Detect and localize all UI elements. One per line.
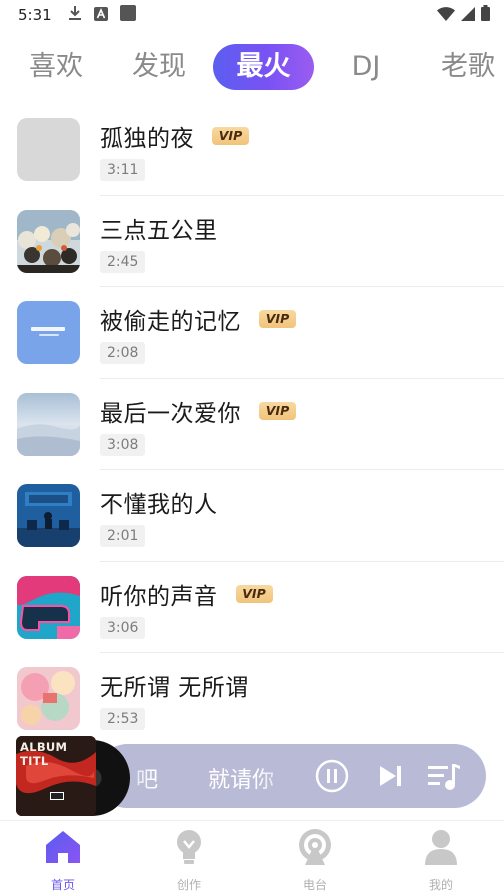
song-item[interactable]: 听你的声音 VIP 3:06 bbox=[0, 562, 504, 653]
next-button[interactable] bbox=[372, 758, 408, 794]
song-title: 最后一次爱你 bbox=[100, 400, 241, 427]
song-item[interactable]: 孤独的夜 VIP 3:11 bbox=[0, 104, 504, 196]
square-icon bbox=[119, 5, 136, 25]
song-list: 孤独的夜 VIP 3:11 三点五公里 2:45 被偷走的记忆 VIP 2:08… bbox=[0, 104, 504, 745]
song-title: 三点五公里 bbox=[100, 217, 218, 244]
song-item[interactable]: 不懂我的人 2:01 bbox=[0, 470, 504, 562]
tab-discover[interactable]: 发现 bbox=[119, 44, 199, 90]
song-item[interactable]: 被偷走的记忆 VIP 2:08 bbox=[0, 287, 504, 379]
nav-label: 我的 bbox=[428, 878, 453, 892]
tab-dj[interactable]: DJ bbox=[334, 44, 398, 90]
vip-badge: VIP bbox=[259, 310, 296, 328]
tab-like[interactable]: 喜欢 bbox=[16, 44, 96, 90]
skip-next-icon bbox=[380, 766, 401, 786]
pause-button[interactable] bbox=[314, 758, 350, 794]
lightbulb-icon bbox=[169, 827, 209, 867]
download-icon bbox=[68, 5, 82, 25]
playlist-button[interactable] bbox=[426, 758, 462, 794]
song-cover bbox=[17, 575, 80, 639]
song-duration: 3:06 bbox=[100, 616, 146, 639]
tab-oldies[interactable]: 老歌 bbox=[428, 44, 504, 90]
bottom-nav: 首页 创作 电台 我的 bbox=[0, 820, 504, 896]
player-bar[interactable]: 吧 就请你 bbox=[96, 744, 486, 808]
nav-create[interactable]: 创作 bbox=[126, 821, 252, 896]
category-tabs: 喜欢 发现 最火 DJ 老歌 bbox=[0, 44, 504, 94]
song-cover bbox=[17, 484, 80, 547]
song-title: 无所谓 无所谓 bbox=[100, 675, 249, 701]
song-cover bbox=[17, 392, 80, 456]
song-cover bbox=[17, 209, 80, 273]
nav-profile[interactable]: 我的 bbox=[378, 821, 504, 896]
song-duration: 2:45 bbox=[100, 250, 146, 273]
pause-icon bbox=[315, 759, 349, 793]
song-item[interactable]: 三点五公里 2:45 bbox=[0, 196, 504, 287]
profile-icon bbox=[421, 827, 461, 867]
song-cover bbox=[17, 118, 80, 181]
nav-home[interactable]: 首页 bbox=[0, 821, 126, 896]
tab-hottest[interactable]: 最火 bbox=[213, 44, 314, 90]
song-duration: 2:08 bbox=[100, 342, 146, 364]
font-a-icon bbox=[93, 6, 108, 25]
song-title: 听你的声音 bbox=[100, 583, 218, 610]
song-title: 被偷走的记忆 bbox=[100, 309, 241, 335]
vip-badge: VIP bbox=[235, 584, 273, 603]
song-duration: 2:53 bbox=[100, 708, 146, 730]
song-item[interactable]: 最后一次爱你 VIP 3:08 bbox=[0, 379, 504, 470]
nav-label: 创作 bbox=[176, 878, 201, 892]
song-duration: 3:11 bbox=[100, 159, 146, 181]
home-icon bbox=[43, 827, 83, 867]
nav-label: 首页 bbox=[50, 878, 75, 892]
song-cover bbox=[17, 667, 80, 730]
song-title: 不懂我的人 bbox=[100, 492, 218, 518]
album-title: ALBUM TITL bbox=[20, 740, 68, 768]
vip-badge: VIP bbox=[212, 127, 249, 145]
song-title: 孤独的夜 bbox=[100, 126, 194, 152]
signal-icon bbox=[461, 6, 475, 25]
nav-radio[interactable]: 电台 bbox=[252, 821, 378, 896]
vip-badge: VIP bbox=[259, 401, 296, 420]
lyric-fade-right bbox=[256, 744, 306, 808]
radio-icon bbox=[295, 827, 335, 867]
nav-label: 电台 bbox=[302, 878, 327, 892]
status-time: 5:31 bbox=[18, 6, 52, 24]
wifi-icon bbox=[437, 6, 455, 25]
song-duration: 2:01 bbox=[100, 525, 146, 547]
mini-player[interactable]: 吧 就请你 ALBUM TITL bbox=[16, 736, 488, 818]
player-album-cover[interactable]: ALBUM TITL bbox=[16, 736, 96, 816]
playlist-icon bbox=[428, 764, 460, 790]
song-item[interactable]: 无所谓 无所谓 2:53 bbox=[0, 653, 504, 745]
song-duration: 3:08 bbox=[100, 433, 146, 456]
status-bar: 5:31 bbox=[0, 0, 504, 30]
song-cover bbox=[17, 301, 80, 364]
battery-icon bbox=[481, 5, 490, 25]
